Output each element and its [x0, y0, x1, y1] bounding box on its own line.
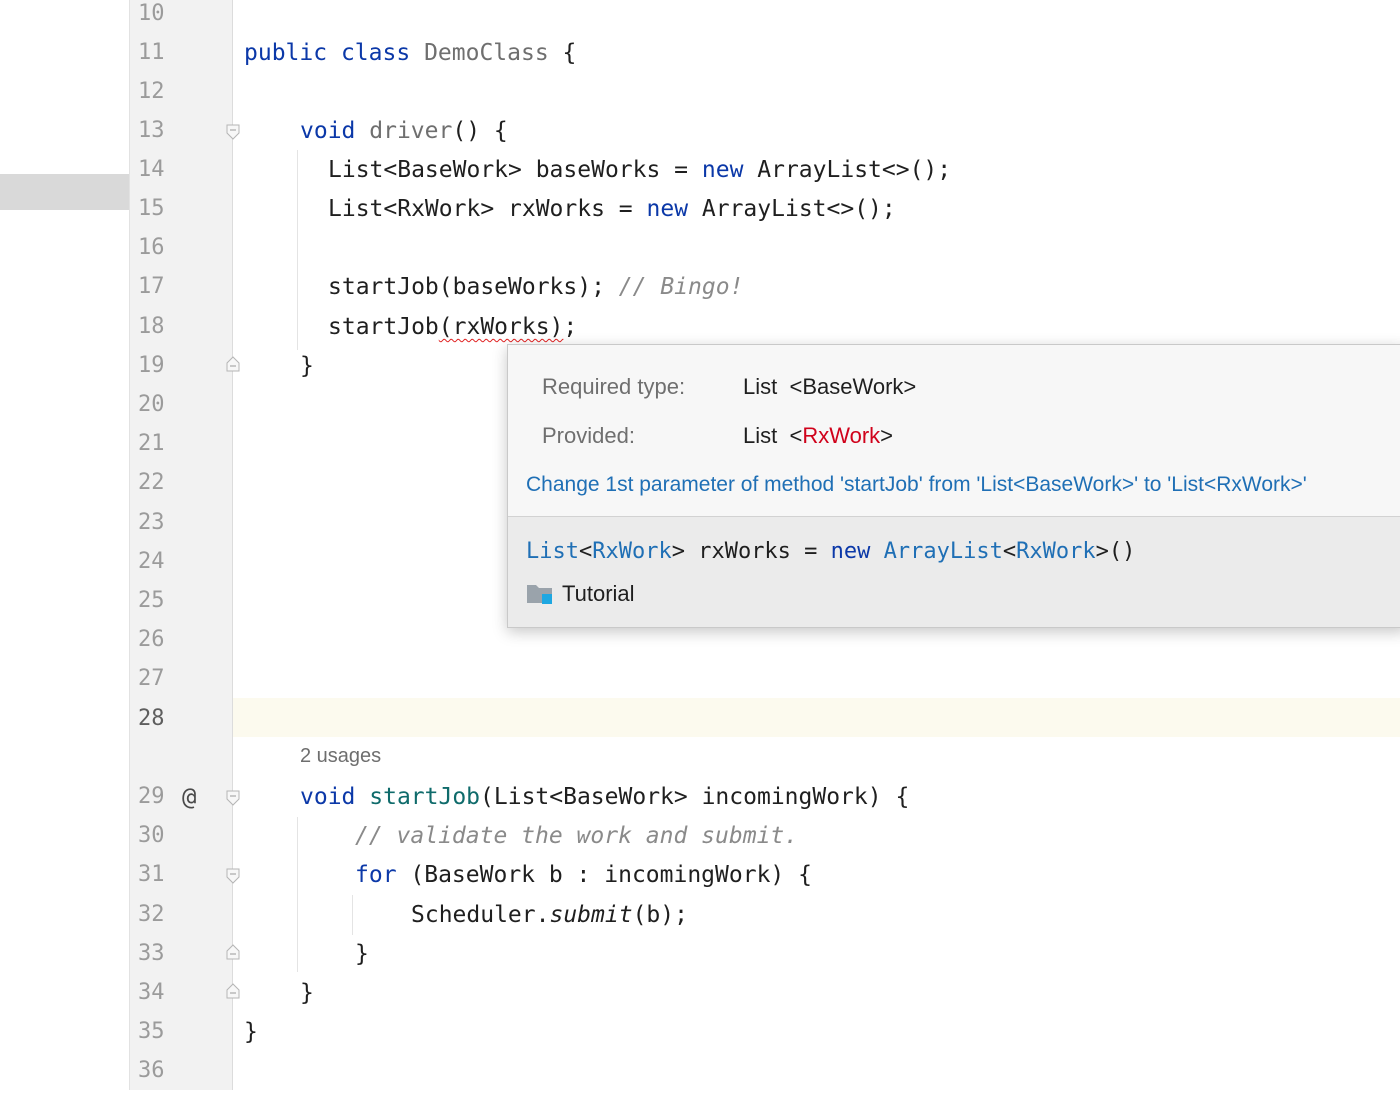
- line-number: 19: [138, 353, 165, 378]
- code-line-33[interactable]: }: [355, 940, 369, 968]
- project-name: Tutorial: [562, 581, 635, 606]
- current-line-highlight: [129, 698, 1400, 737]
- comment: // validate the work and submit.: [355, 823, 799, 849]
- line-number: 30: [138, 823, 165, 848]
- code-line-13[interactable]: void driver() {: [300, 117, 508, 145]
- declaration-signature[interactable]: List<RxWork> rxWorks = new ArrayList<RxW…: [526, 539, 1135, 564]
- code-text: (List<BaseWork> incomingWork) {: [480, 784, 910, 810]
- line-number: 10: [138, 1, 165, 26]
- keyword: class: [340, 40, 411, 66]
- line-number: 22: [138, 470, 165, 495]
- fold-open-icon[interactable]: [226, 124, 240, 140]
- code-text: {: [548, 40, 577, 66]
- method-name: driver: [369, 118, 453, 144]
- mismatch-type: RxWork: [802, 423, 881, 448]
- project-location[interactable]: Tutorial: [526, 581, 635, 607]
- code-line-14[interactable]: List<BaseWork> baseWorks = new ArrayList…: [328, 156, 951, 184]
- code-text: (b);: [632, 902, 688, 928]
- code-line-29[interactable]: void startJob(List<BaseWork> incomingWor…: [300, 783, 909, 811]
- provided-type-value: List <RxWork>: [743, 423, 894, 448]
- class-name: DemoClass: [424, 40, 549, 66]
- error-highlight[interactable]: (rxWorks): [439, 314, 564, 340]
- line-number: 36: [138, 1058, 165, 1083]
- code-text: ;: [563, 314, 578, 340]
- code-line-18[interactable]: startJob(rxWorks);: [328, 313, 577, 341]
- line-number-current: 28: [138, 706, 165, 731]
- keyword: new: [646, 196, 689, 222]
- fold-open-icon[interactable]: [226, 868, 240, 884]
- line-number: 15: [138, 196, 165, 221]
- code-line-32[interactable]: Scheduler.submit(b);: [411, 901, 688, 929]
- fold-close-icon[interactable]: [226, 944, 240, 960]
- keyword: for: [355, 862, 397, 888]
- indent-guide: [352, 895, 353, 935]
- line-number: 31: [138, 862, 165, 887]
- code-line-11[interactable]: public class DemoClass {: [244, 39, 576, 67]
- fold-open-icon[interactable]: [226, 790, 240, 806]
- code-text: startJob(baseWorks);: [328, 274, 619, 300]
- fold-close-icon[interactable]: [226, 983, 240, 999]
- line-number: 16: [138, 235, 165, 260]
- code-line-34[interactable]: }: [300, 979, 314, 1007]
- code-line-17[interactable]: startJob(baseWorks); // Bingo!: [328, 273, 743, 301]
- method-name: startJob: [369, 784, 481, 810]
- keyword: void: [300, 118, 356, 144]
- line-number: 27: [138, 666, 165, 691]
- line-number: 18: [138, 314, 165, 339]
- fold-close-icon[interactable]: [226, 356, 240, 372]
- line-number: 29: [138, 784, 165, 809]
- line-number: 26: [138, 627, 165, 652]
- line-number: 25: [138, 588, 165, 613]
- line-number: 12: [138, 79, 165, 104]
- indent-guide: [297, 150, 298, 350]
- line-number: 21: [138, 431, 165, 456]
- code-text: Scheduler.: [411, 902, 550, 928]
- line-number: 33: [138, 941, 165, 966]
- code-line-30[interactable]: // validate the work and submit.: [355, 822, 798, 850]
- code-line-19[interactable]: }: [300, 352, 314, 380]
- code-text: ArrayList<>();: [743, 157, 952, 183]
- line-number: 32: [138, 902, 165, 927]
- code-text: () {: [452, 118, 508, 144]
- line-number: 13: [138, 118, 165, 143]
- line-number: 14: [138, 157, 165, 182]
- line-number: 23: [138, 510, 165, 535]
- line-number: 24: [138, 549, 165, 574]
- keyword: new: [701, 157, 744, 183]
- comment: // Bingo!: [618, 274, 744, 300]
- overrides-at-icon[interactable]: @: [182, 783, 196, 811]
- code-line-35[interactable]: }: [244, 1018, 258, 1046]
- line-number: 11: [138, 40, 165, 65]
- folder-icon: [526, 582, 554, 606]
- code-text: List<RxWork> rxWorks =: [328, 196, 647, 222]
- editor-left-strip: [0, 0, 129, 1090]
- provided-type-label: Provided:: [542, 423, 635, 448]
- declaration-section: List<RxWork> rxWorks = new ArrayList<RxW…: [508, 516, 1400, 627]
- code-text: List<BaseWork> baseWorks =: [328, 157, 702, 183]
- code-line-31[interactable]: for (BaseWork b : incomingWork) {: [355, 861, 812, 889]
- line-number: 34: [138, 980, 165, 1005]
- line-number: 17: [138, 274, 165, 299]
- required-type-label: Required type:: [542, 374, 686, 399]
- code-text: (BaseWork b : incomingWork) {: [396, 862, 812, 888]
- line-number: 35: [138, 1019, 165, 1044]
- quick-fix-link[interactable]: Change 1st parameter of method 'startJob…: [526, 471, 1307, 499]
- code-line-15[interactable]: List<RxWork> rxWorks = new ArrayList<>()…: [328, 195, 896, 223]
- code-text: ArrayList<>();: [688, 196, 896, 222]
- line-number: 20: [138, 392, 165, 417]
- keyword: void: [300, 784, 356, 810]
- keyword: public: [244, 40, 328, 66]
- required-type-value: List <BaseWork>: [743, 374, 917, 399]
- method-call: submit: [549, 902, 633, 928]
- indent-guide: [297, 817, 298, 972]
- scroll-marker: [0, 174, 129, 210]
- code-text: startJob: [328, 314, 439, 340]
- usages-hint[interactable]: 2 usages: [300, 745, 381, 768]
- error-tooltip-popup[interactable]: Required type: List <BaseWork> Provided:…: [507, 344, 1400, 628]
